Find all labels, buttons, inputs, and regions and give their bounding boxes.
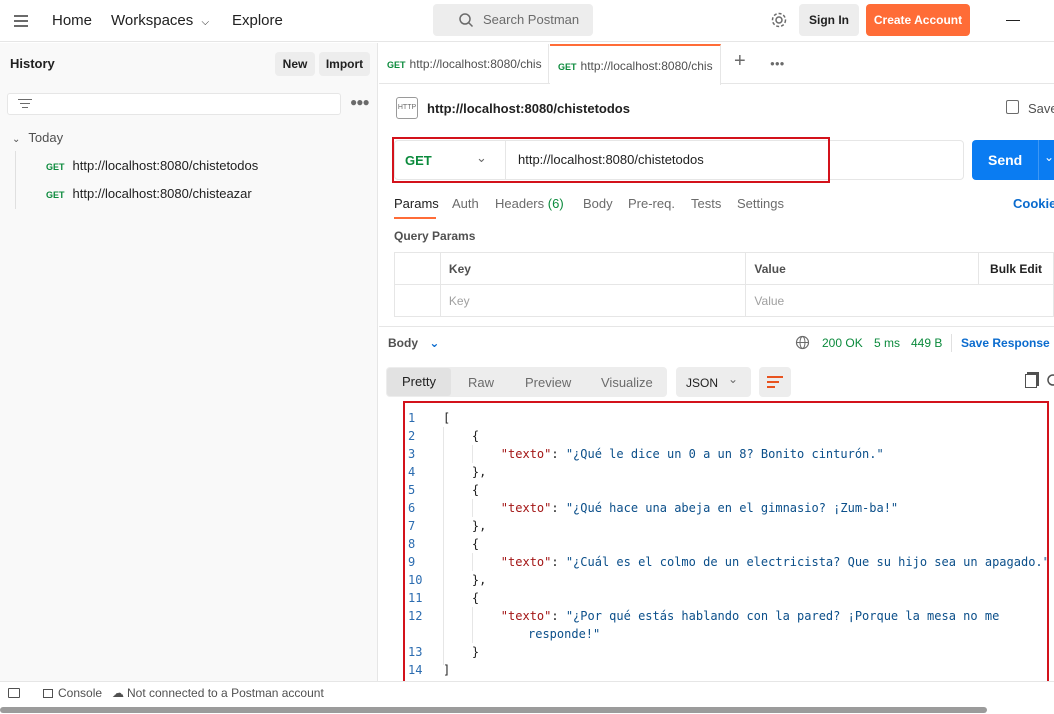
search-icon[interactable]	[1046, 373, 1054, 389]
history-item-url: http://localhost:8080/chisteazar	[72, 186, 252, 201]
method-badge: GET	[558, 62, 577, 72]
save-icon[interactable]	[1006, 100, 1019, 114]
tab-pre-request[interactable]: Pre-req.	[628, 196, 675, 211]
divider	[951, 334, 952, 352]
import-button[interactable]: Import	[319, 52, 370, 76]
response-highlight-box	[403, 401, 1049, 690]
create-account-button[interactable]: Create Account	[866, 4, 970, 36]
value-input[interactable]: Value	[745, 284, 1054, 317]
chevron-down-icon: ⌄	[728, 372, 739, 386]
wrap-lines-button[interactable]	[759, 367, 791, 397]
checkbox-cell	[394, 284, 441, 317]
tab-headers-label: Headers	[495, 196, 545, 211]
save-label[interactable]: Save	[1028, 101, 1054, 116]
tab-tests[interactable]: Tests	[691, 196, 721, 211]
nav-home[interactable]: Home	[52, 0, 92, 42]
console-label: Console	[58, 686, 103, 700]
chevron-down-icon: ⌵	[201, 17, 210, 28]
save-response-button[interactable]: Save Response	[961, 336, 1050, 350]
chevron-down-icon: ⌄	[12, 134, 21, 145]
new-button[interactable]: New	[275, 52, 315, 76]
method-badge: GET	[46, 162, 65, 172]
tab-url: http://localhost:8080/chis	[409, 57, 542, 71]
query-params-table: Key Value Bulk Edit Key Value	[394, 252, 1054, 317]
method-badge: GET	[387, 60, 406, 70]
filter-icon	[18, 99, 32, 108]
sidebar-title: History	[10, 56, 55, 71]
history-group[interactable]: ⌄ Today	[12, 130, 63, 145]
tab-raw[interactable]: Raw	[468, 375, 494, 390]
tab-settings[interactable]: Settings	[737, 196, 784, 211]
http-icon: HTTP	[396, 97, 418, 119]
active-tab-indicator	[394, 217, 436, 219]
tab-body[interactable]: Body	[583, 196, 613, 211]
menu-icon[interactable]	[14, 15, 28, 27]
request-tab-active[interactable]: GET http://localhost:8080/chis	[550, 44, 721, 85]
key-input[interactable]: Key	[439, 284, 747, 317]
response-body-label: Body	[388, 336, 418, 350]
plus-icon[interactable]: +	[734, 50, 746, 73]
method-badge: GET	[46, 190, 65, 200]
query-params-title: Query Params	[394, 229, 476, 243]
sidebar: History New Import ●●● ⌄ Today GET http://…	[0, 43, 378, 681]
filter-input[interactable]	[7, 93, 341, 115]
col-value: Value	[745, 252, 980, 285]
top-bar: Home Workspaces ⌵ Explore Search Postman…	[0, 0, 1054, 42]
send-button[interactable]: Send ⌄	[972, 140, 1054, 180]
response-time: 5 ms	[874, 336, 901, 350]
more-tabs-icon[interactable]: ●●●	[770, 59, 785, 68]
sign-in-button[interactable]: Sign In	[799, 4, 859, 36]
toggle-sidebar-icon[interactable]	[8, 688, 20, 698]
history-item[interactable]: GET http://localhost:8080/chisteazar	[46, 184, 252, 204]
tab-auth[interactable]: Auth	[452, 196, 479, 211]
globe-icon	[795, 335, 810, 350]
tab-url: http://localhost:8080/chis	[580, 59, 713, 73]
tab-visualize[interactable]: Visualize	[601, 375, 653, 390]
history-group-label: Today	[28, 130, 64, 145]
history-item-url: http://localhost:8080/chistetodos	[72, 158, 259, 173]
request-title[interactable]: http://localhost:8080/chistetodos	[427, 101, 630, 116]
headers-count: (6)	[547, 196, 564, 211]
url-highlight-box	[392, 137, 830, 183]
horizontal-scrollbar[interactable]	[0, 707, 987, 713]
divider	[1038, 140, 1039, 180]
tab-params[interactable]: Params	[394, 196, 439, 211]
tab-pretty[interactable]: Pretty	[387, 368, 451, 396]
search-icon	[459, 13, 474, 28]
chevron-down-icon: ⌄	[429, 336, 440, 350]
search-placeholder: Search Postman	[483, 12, 580, 27]
tab-headers[interactable]: Headers (6)	[495, 196, 564, 211]
gear-icon[interactable]	[770, 11, 788, 29]
tree-line	[15, 151, 16, 209]
search-input[interactable]: Search Postman	[433, 4, 593, 36]
status-code: 200 OK	[822, 336, 863, 350]
nav-explore[interactable]: Explore	[232, 0, 283, 42]
minimize-icon[interactable]	[1006, 20, 1020, 21]
response-divider	[379, 326, 1054, 327]
tab-preview[interactable]: Preview	[525, 375, 571, 390]
cloud-off-icon: ☁	[112, 686, 124, 700]
chevron-down-icon: ⌄	[1044, 150, 1054, 164]
console-button[interactable]: Console	[43, 686, 102, 700]
send-label: Send	[988, 152, 1023, 168]
response-size: 449 B	[911, 336, 943, 350]
nav-workspaces-label: Workspaces	[111, 12, 194, 29]
format-select-label: JSON	[686, 376, 719, 390]
history-item[interactable]: GET http://localhost:8080/chistetodos	[46, 156, 258, 176]
connection-status-label: Not connected to a Postman account	[127, 686, 324, 700]
col-key: Key	[439, 252, 747, 285]
copy-icon[interactable]	[1025, 374, 1037, 388]
response-body-select[interactable]: Body ⌄	[388, 336, 439, 350]
console-icon	[43, 689, 53, 699]
nav-workspaces[interactable]: Workspaces ⌵	[111, 0, 209, 42]
bulk-edit-button[interactable]: Bulk Edit	[978, 252, 1054, 285]
format-select[interactable]: JSON ⌄	[676, 367, 751, 397]
request-tab[interactable]: GET http://localhost:8080/chis	[379, 44, 549, 84]
wrap-lines-icon	[767, 376, 783, 388]
more-options-icon[interactable]: ●●●	[350, 95, 370, 109]
tab-pretty-label: Pretty	[402, 374, 436, 389]
cookies-link[interactable]: Cookie	[1013, 196, 1054, 211]
checkbox-column	[394, 252, 441, 285]
connection-status: ☁ Not connected to a Postman account	[112, 686, 324, 700]
